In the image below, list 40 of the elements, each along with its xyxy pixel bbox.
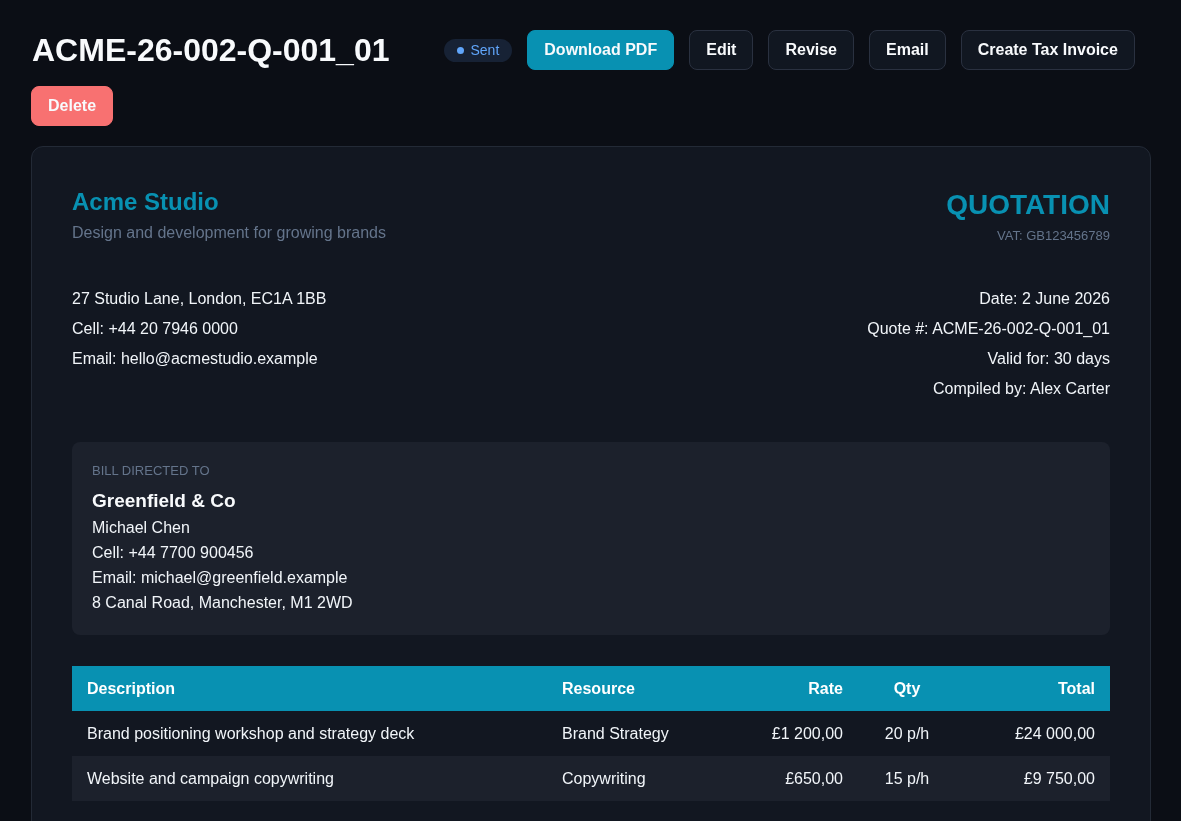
table-cell: £650,00 [722,756,858,801]
client-detail-line: 8 Canal Road, Manchester, M1 2WD [92,593,354,613]
table-cell: £24 000,00 [956,711,1110,756]
table-cell: 15 p/h [858,756,956,801]
table-cell: Brand Strategy [547,711,722,756]
table-cell: Website and campaign copywriting [72,756,547,801]
company-name: Acme Studio [72,187,220,217]
table-cell: 20 p/h [858,711,956,756]
client-detail-line: Cell: +44 7700 900456 [92,543,255,563]
column-header: Rate [722,666,858,711]
vat-number: VAT: GB123456789 [996,227,1110,245]
document-title: ACME-26-002-Q-001_01 [32,31,390,70]
column-header: Total [956,666,1110,711]
table-cell: Brand positioning workshop and strategy deck [72,711,547,756]
action-button[interactable]: Create Tax Invoice [960,30,1135,70]
table-cell: £1 200,00 [722,711,858,756]
action-button[interactable]: Download PDF [527,30,675,70]
client-detail-line: Michael Chen [92,518,191,538]
quote-detail-line: Valid for: 30 days [986,349,1110,369]
column-header: Description [72,666,547,711]
company-tagline: Design and development for growing brands [72,223,386,243]
action-button[interactable]: Email [869,30,946,70]
company-contact-line: Email: hello@acmestudio.example [72,349,319,369]
column-header: Qty [858,666,956,711]
company-contact-line: Cell: +44 20 7946 0000 [72,319,239,339]
table-cell: £9 750,00 [956,756,1110,801]
action-button[interactable]: Revise [768,30,854,70]
bill-to-heading: BILL DIRECTED TO [92,462,211,479]
status-dot-icon [456,46,464,54]
document-type: QUOTATION [946,188,1110,222]
quote-detail-line: Compiled by: Alex Carter [932,379,1110,399]
action-button[interactable]: Edit [689,30,754,70]
status-label: Sent [470,41,500,59]
client-detail-line: Email: michael@greenfield.example [92,568,349,588]
table-cell: Copywriting [547,756,722,801]
client-name: Greenfield & Co [92,489,237,513]
quote-detail-line: Date: 2 June 2026 [978,289,1110,309]
company-contact-line: 27 Studio Lane, London, EC1A 1BB [72,289,327,309]
column-header: Resource [547,666,722,711]
quote-detail-line: Quote #: ACME-26-002-Q-001_01 [867,319,1110,339]
